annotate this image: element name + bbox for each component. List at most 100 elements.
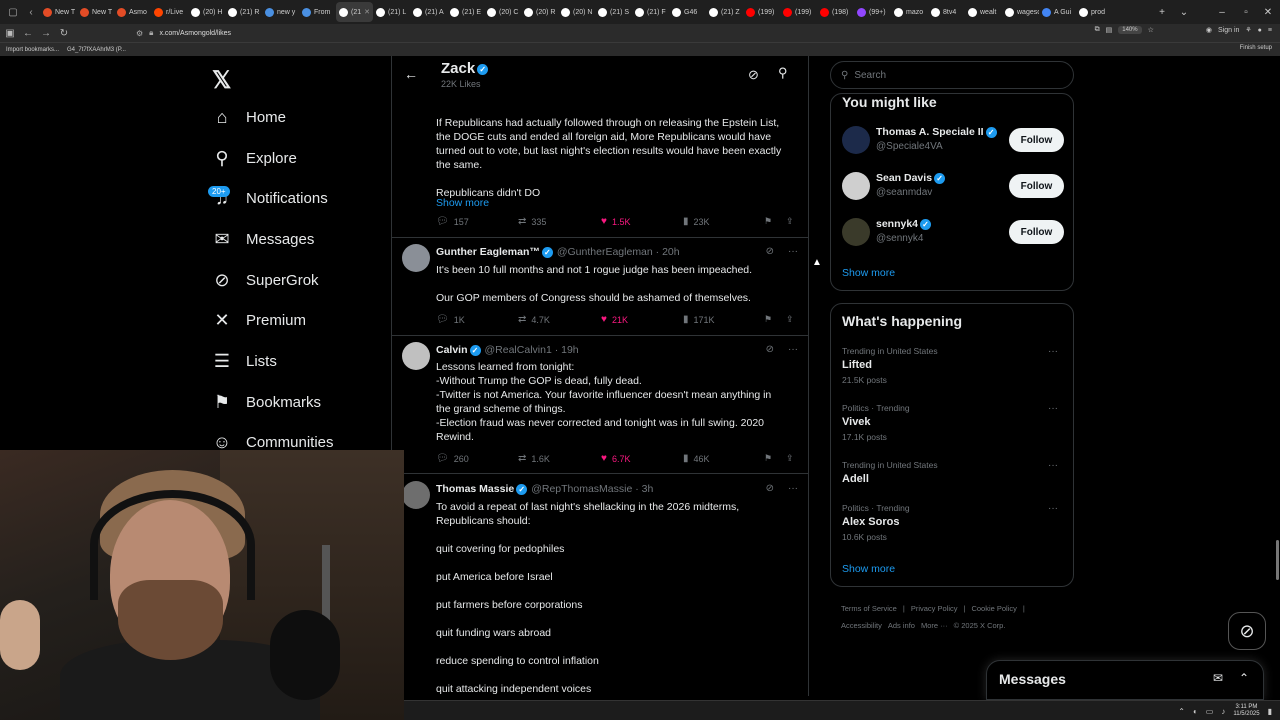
show-more-link[interactable]: Show more [436,197,489,209]
bookmark-star-icon[interactable]: ☆ [1148,26,1154,34]
close-window-button[interactable]: ✕ [1256,0,1280,24]
bookmark-item[interactable]: G4_7t7fXAAhrM3 (P... [67,47,126,53]
footer-link[interactable]: © 2025 X Corp. [954,621,1006,630]
like-button[interactable]: ♥ 1.5K [601,216,630,227]
tab-list-icon[interactable]: ⌄ [1172,0,1196,24]
bookmark-icon[interactable]: ⚑ [764,314,772,325]
follow-button[interactable]: Follow [1009,220,1064,244]
footer-link[interactable]: Privacy Policy [911,604,958,613]
browser-tab[interactable]: (21) L [373,2,410,22]
avatar[interactable] [842,126,870,154]
more-options-icon[interactable]: ··· [788,344,798,355]
new-message-icon[interactable]: ✉ [1213,671,1223,685]
browser-tab[interactable]: G46 [669,2,706,22]
browser-tab[interactable]: (21) E [447,2,484,22]
clock[interactable]: 3:11 PM 11/5/2025 [1233,704,1259,718]
browser-tab[interactable]: wagescor [1002,2,1039,22]
site-info-icon[interactable]: ⚙ [136,29,143,38]
browser-tab[interactable]: (21) Z [706,2,743,22]
like-button[interactable]: ♥ 21K [601,314,628,325]
browser-tab[interactable]: New T [77,2,114,22]
more-options-icon[interactable]: ··· [1048,346,1058,357]
zoom-level[interactable]: 140% [1118,26,1142,34]
tab-actions-icon[interactable]: ▢ [4,3,22,21]
extensions-icon[interactable]: ⚘ [1245,26,1251,34]
browser-tab[interactable]: (21 ✕ [336,2,373,22]
browser-tab[interactable]: (198) [817,2,854,22]
tweet[interactable]: Calvin ✓ @RealCalvin1 · 19h ⊘ ··· Lessons lea… [392,336,808,474]
reload-button[interactable]: ↻ [56,25,72,41]
follow-suggestion[interactable]: Thomas A. Speciale II ✓ @Speciale4VA Follow [842,124,1064,160]
volume-icon[interactable]: ♪ [1221,707,1225,716]
new-tab-button[interactable]: + [1150,0,1174,24]
expand-icon[interactable]: ⌃ [1239,671,1249,685]
browser-tab[interactable]: (99+) [854,2,891,22]
forward-button[interactable]: → [38,25,54,41]
x-logo-icon[interactable]: 𝕏 [212,66,231,95]
browser-tab[interactable]: From [299,2,336,22]
follow-suggestion[interactable]: sennyk4 ✓ @sennyk4 Follow [842,216,1064,252]
bookmark-icon[interactable]: ⚑ [764,216,772,227]
browser-tab[interactable]: (20) N [558,2,595,22]
bookmark-import[interactable]: Import bookmarks... [6,47,59,53]
trend-item[interactable]: Politics · Trending Alex Soros 10.6K posts… [842,503,1064,547]
reply-button[interactable]: 💬︎ 1K [436,314,465,325]
tweet[interactable]: Gunther Eagleman™ ✓ @GuntherEagleman · 20h… [392,238,808,336]
sidebar-item-premium[interactable]: ✕ Premium [212,302,392,338]
repost-button[interactable]: ⇄ 335 [518,216,546,227]
browser-tab[interactable]: A Gui [1039,2,1076,22]
sidebar-item-bookmarks[interactable]: ⚑ Bookmarks [212,384,392,420]
more-options-icon[interactable]: ··· [1048,503,1058,514]
browser-tab[interactable]: r/Live [151,2,188,22]
footer-link[interactable]: Ads info [888,621,915,630]
tab-scroll-left-icon[interactable]: ‹ [22,3,40,21]
profile-icon[interactable]: ● [1258,27,1262,34]
tray-app-icon[interactable]: ◐ [1193,707,1198,716]
browser-tab[interactable]: (199) [780,2,817,22]
browser-tab[interactable]: (21) A [410,2,447,22]
sidebar-toggle-icon[interactable]: ▣ [2,25,18,41]
reply-button[interactable]: 💬︎ 260 [436,453,469,464]
reader-icon[interactable]: ▤ [1106,26,1113,34]
grok-explain-icon[interactable]: ⊘ [766,246,774,257]
browser-tab[interactable]: (21) R [225,2,262,22]
views-button[interactable]: ▮ 46K [683,453,710,464]
grok-fab-button[interactable]: ⊘ [1228,612,1266,650]
screenshot-icon[interactable]: ⧉ [1095,26,1100,34]
follow-button[interactable]: Follow [1009,128,1064,152]
trend-item[interactable]: Trending in United States Lifted 21.5K pos… [842,346,1064,390]
browser-tab[interactable]: 8tv4 [928,2,965,22]
menu-icon[interactable]: ≡ [1268,27,1272,34]
tweet-author[interactable]: Thomas Massie ✓ @RepThomasMassie · 3h [436,483,653,495]
tweet-author[interactable]: Gunther Eagleman™ ✓ @GuntherEagleman · 20h [436,246,680,258]
share-icon[interactable]: ⇪ [786,453,794,464]
footer-link[interactable]: Cookie Policy [971,604,1016,613]
reply-button[interactable]: 💬︎ 157 [436,216,469,227]
more-options-icon[interactable]: ··· [788,246,798,257]
views-button[interactable]: ▮ 23K [683,216,710,227]
sidebar-item-home[interactable]: ⌂ Home [212,99,392,135]
network-icon[interactable]: ▭ [1206,707,1214,716]
grok-icon[interactable]: ⊘ [748,67,759,83]
browser-tab[interactable]: (199) [743,2,780,22]
tweet[interactable]: Thomas Massie ✓ @RepThomasMassie · 3h ⊘ ··· T… [392,474,808,696]
repost-button[interactable]: ⇄ 4.7K [518,314,550,325]
browser-tab[interactable]: (21) F [632,2,669,22]
search-input[interactable]: ⚲ Search [830,61,1074,89]
more-options-icon[interactable]: ··· [1048,460,1058,471]
repost-button[interactable]: ⇄ 1.6K [518,453,550,464]
share-icon[interactable]: ⇪ [786,314,794,325]
back-arrow-icon[interactable]: ← [404,66,418,82]
sidebar-item-explore[interactable]: ⚲ Explore [212,140,392,176]
messages-dock[interactable]: Messages ✉ ⌃ [986,660,1264,700]
avatar[interactable] [402,342,430,370]
follow-button[interactable]: Follow [1009,174,1064,198]
browser-tab[interactable]: (21) S [595,2,632,22]
browser-tab[interactable]: wealt [965,2,1002,22]
bookmark-icon[interactable]: ⚑ [764,453,772,464]
browser-tab[interactable]: (20) C [484,2,521,22]
trend-item[interactable]: Politics · Trending Vivek 17.1K posts ··· [842,403,1064,447]
sign-in-button[interactable]: Sign in [1218,27,1239,34]
sidebar-item-notifications[interactable]: ♫ Notifications [212,180,392,216]
search-icon[interactable]: ⚲ [778,65,788,81]
